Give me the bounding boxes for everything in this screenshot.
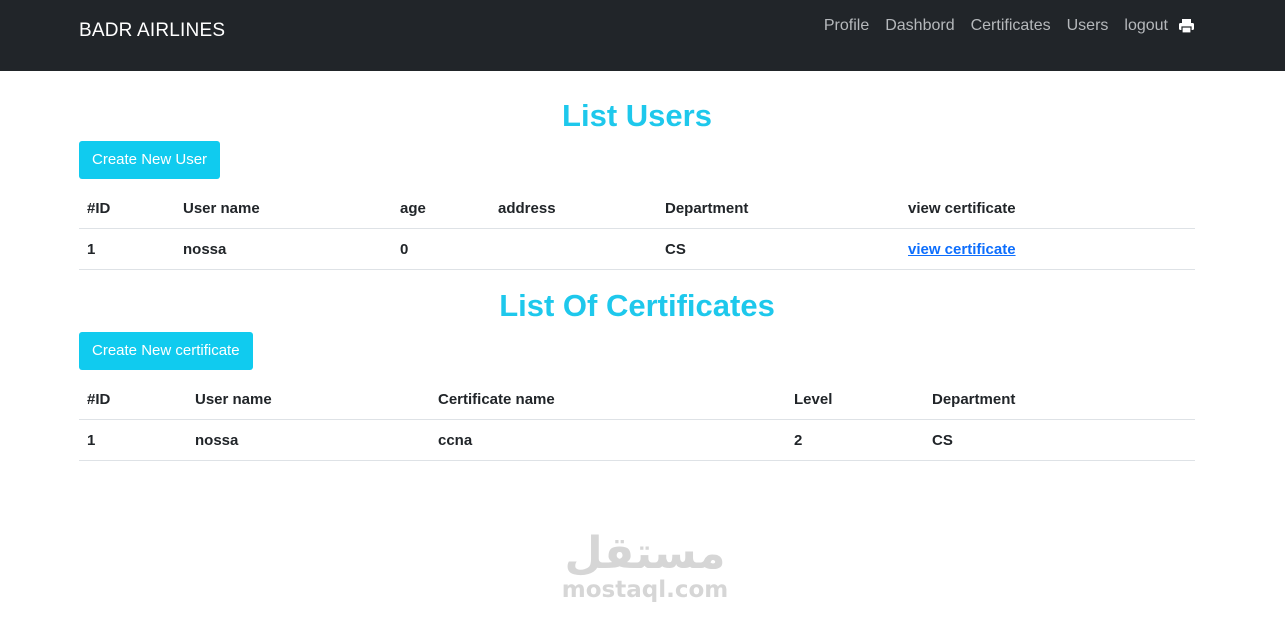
watermark-arabic-text: مستقل: [564, 528, 726, 579]
col-age: age: [400, 199, 426, 217]
cell-user-name: nossa: [175, 228, 392, 270]
brand-logo[interactable]: BADR AIRLINES: [79, 20, 225, 42]
nav-link-users[interactable]: Users: [1067, 17, 1109, 35]
watermark-latin-text: mostaql.com: [561, 577, 729, 603]
cell-id: 1: [79, 228, 175, 270]
table-row: 1 nossa ccna 2 CS: [79, 419, 1195, 461]
nav-link-certificates[interactable]: Certificates: [971, 17, 1051, 35]
certificates-table: #ID User name Certificate name Level Dep…: [79, 379, 1195, 461]
nav-links: Profile Dashbord Certificates Users logo…: [824, 17, 1195, 35]
cell-certificate-name: ccna: [430, 419, 786, 461]
nav-link-dashboard[interactable]: Dashbord: [885, 17, 954, 35]
cell-address: [490, 228, 657, 270]
users-table: #ID User name age address Department vie…: [79, 188, 1195, 270]
cell-age: 0: [392, 228, 490, 270]
col-department: Department: [665, 199, 749, 217]
col-address: address: [498, 199, 556, 217]
create-user-button[interactable]: Create New User: [79, 141, 221, 179]
users-table-header: #ID User name age address Department vie…: [79, 188, 1195, 229]
certificates-section: List Of Certificates Create New certific…: [79, 288, 1195, 461]
users-section: List Users Create New User #ID User name…: [79, 98, 1195, 270]
cell-view-certificate: view certificate: [900, 228, 1195, 270]
col-certificate-name: Certificate name: [438, 390, 555, 408]
view-certificate-link[interactable]: view certificate: [908, 241, 1016, 258]
col-user-name: User name: [195, 390, 272, 408]
cell-department: CS: [657, 228, 900, 270]
col-user-name: User name: [183, 199, 260, 217]
nav-link-profile[interactable]: Profile: [824, 17, 869, 35]
col-level: Level: [794, 390, 833, 408]
col-department: Department: [932, 390, 1016, 408]
col-id: #ID: [87, 390, 111, 408]
nav-link-logout[interactable]: logout: [1124, 17, 1168, 35]
print-icon[interactable]: [1178, 18, 1195, 34]
mostaql-watermark: مستقل mostaql.com: [555, 528, 735, 603]
certificates-title: List Of Certificates: [499, 288, 775, 323]
cell-id: 1: [79, 419, 187, 461]
cell-user-name: nossa: [187, 419, 430, 461]
col-view-certificate: view certificate: [908, 199, 1016, 217]
top-navbar: BADR AIRLINES Profile Dashbord Certifica…: [0, 0, 1285, 71]
create-certificate-button[interactable]: Create New certificate: [79, 332, 253, 370]
cell-department: CS: [924, 419, 1195, 461]
table-row: 1 nossa 0 CS view certificate: [79, 228, 1195, 270]
cell-level: 2: [786, 419, 924, 461]
certificates-table-header: #ID User name Certificate name Level Dep…: [79, 379, 1195, 420]
users-title: List Users: [562, 98, 712, 133]
col-id: #ID: [87, 199, 111, 217]
